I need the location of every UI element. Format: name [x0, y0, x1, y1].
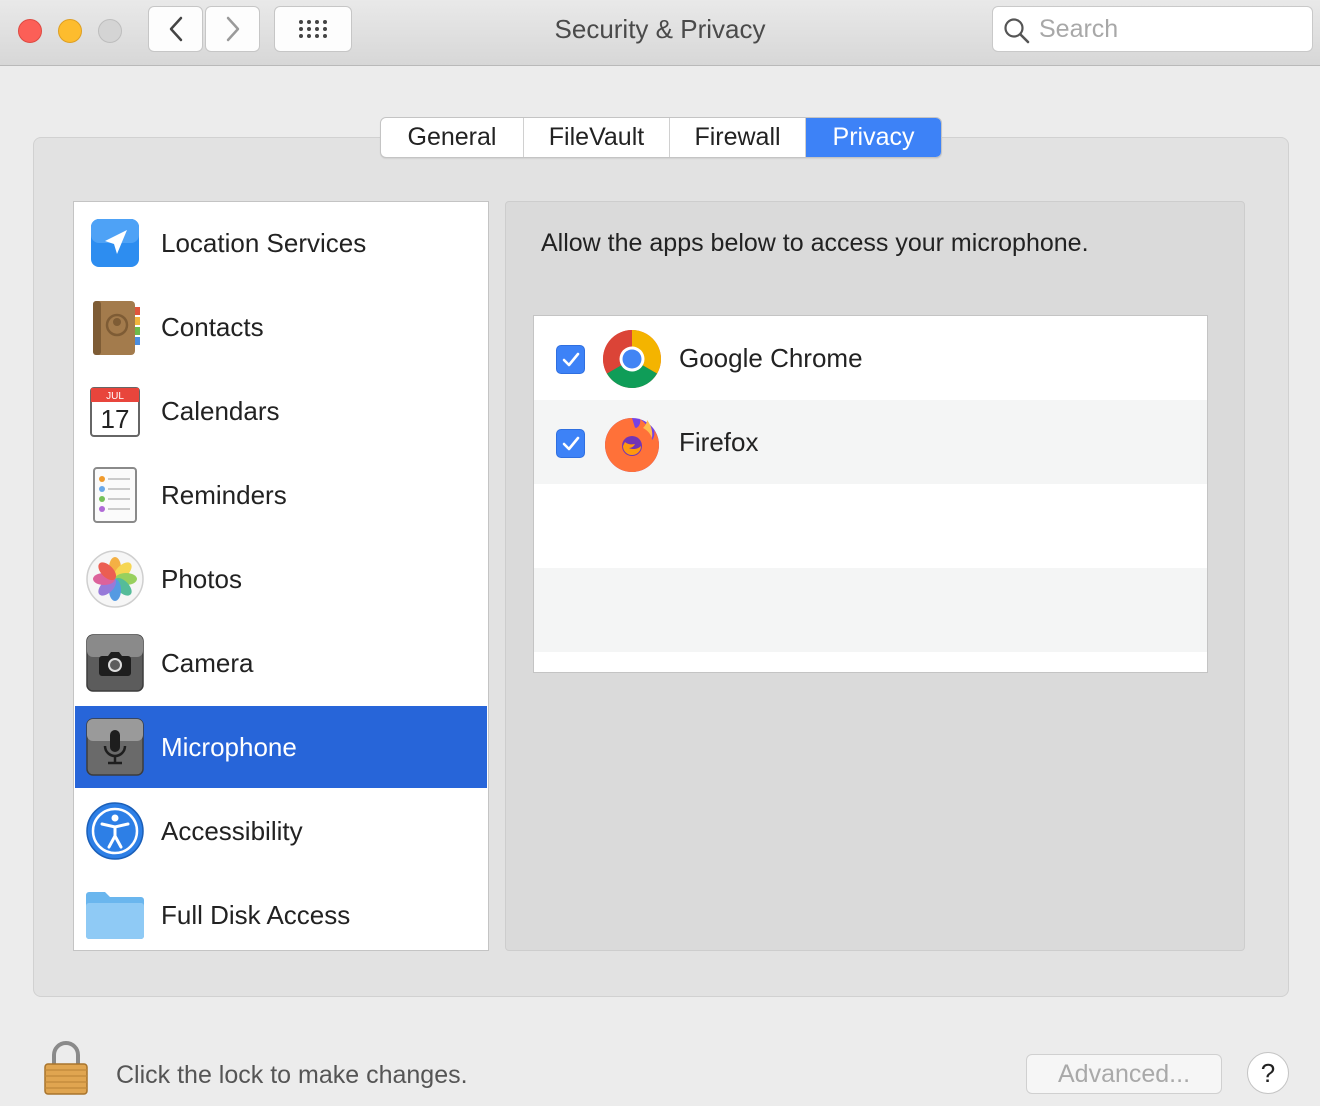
- lock-button[interactable]: [40, 1040, 92, 1101]
- search-field[interactable]: [992, 6, 1313, 52]
- tab-firewall[interactable]: Firewall: [670, 118, 806, 157]
- camera-icon: [84, 632, 146, 694]
- category-label: Contacts: [161, 311, 264, 342]
- reminders-list-icon: [84, 464, 146, 526]
- privacy-category-list[interactable]: Location Services Contacts JUL 17 Calenda…: [73, 201, 489, 951]
- search-input[interactable]: [1039, 13, 1299, 45]
- category-label: Microphone: [161, 731, 297, 762]
- chrome-permission-checkbox[interactable]: [556, 345, 585, 374]
- app-row-firefox[interactable]: Firefox: [534, 400, 1207, 484]
- chrome-icon: [603, 330, 661, 388]
- category-microphone[interactable]: Microphone: [75, 706, 487, 788]
- category-label: Accessibility: [161, 815, 303, 846]
- title-bar: Security & Privacy: [0, 0, 1320, 66]
- category-label: Camera: [161, 647, 254, 678]
- tab-privacy[interactable]: Privacy: [806, 118, 941, 157]
- app-name: Firefox: [679, 427, 759, 457]
- category-calendars[interactable]: JUL 17 Calendars: [75, 370, 487, 452]
- category-full-disk-access[interactable]: Full Disk Access: [75, 874, 487, 950]
- category-label: Location Services: [161, 227, 367, 258]
- category-photos[interactable]: Photos: [75, 538, 487, 620]
- firefox-icon: [605, 418, 659, 472]
- category-label: Photos: [161, 563, 242, 594]
- category-contacts[interactable]: Contacts: [75, 286, 487, 368]
- app-permission-list[interactable]: Google Chrome Firefox: [533, 315, 1208, 673]
- empty-row: [534, 484, 1207, 568]
- category-label: Reminders: [161, 479, 287, 510]
- lock-message: Click the lock to make changes.: [116, 1061, 468, 1089]
- app-name: Google Chrome: [679, 343, 863, 373]
- location-arrow-icon: [84, 212, 146, 274]
- calendar-day: 17: [101, 404, 130, 434]
- category-location-services[interactable]: Location Services: [75, 202, 487, 284]
- accessibility-icon: [84, 800, 146, 862]
- microphone-icon: [84, 716, 146, 778]
- checkmark-icon: [562, 436, 579, 450]
- app-row-chrome[interactable]: Google Chrome: [534, 316, 1207, 400]
- empty-row: [534, 568, 1207, 652]
- contacts-book-icon: [84, 296, 146, 358]
- advanced-button[interactable]: Advanced...: [1026, 1054, 1222, 1094]
- panel-description: Allow the apps below to access your micr…: [541, 229, 1089, 257]
- firefox-permission-checkbox[interactable]: [556, 429, 585, 458]
- help-button[interactable]: ?: [1247, 1052, 1289, 1094]
- category-camera[interactable]: Camera: [75, 622, 487, 704]
- category-label: Calendars: [161, 395, 280, 426]
- tab-bar: General FileVault Firewall Privacy: [380, 117, 942, 158]
- calendar-month: JUL: [106, 391, 124, 402]
- photos-pinwheel-icon: [84, 548, 146, 610]
- category-label: Full Disk Access: [161, 899, 351, 930]
- category-reminders[interactable]: Reminders: [75, 454, 487, 536]
- padlock-icon: [44, 1041, 88, 1095]
- checkmark-icon: [562, 352, 579, 366]
- category-accessibility[interactable]: Accessibility: [75, 790, 487, 872]
- folder-icon: [84, 884, 146, 946]
- tab-general[interactable]: General: [381, 118, 524, 157]
- tab-filevault[interactable]: FileVault: [524, 118, 670, 157]
- calendar-icon: JUL 17: [84, 380, 146, 442]
- search-icon: [1004, 18, 1030, 44]
